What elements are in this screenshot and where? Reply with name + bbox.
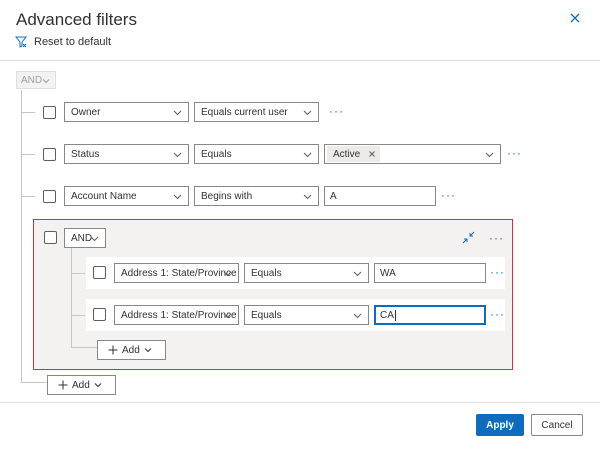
root-add-button[interactable]: Add (47, 375, 116, 395)
more-icon[interactable]: ··· (329, 105, 344, 117)
dialog-title: Advanced filters (16, 10, 137, 29)
plus-icon (58, 380, 68, 390)
tree-branch (21, 154, 35, 155)
collapse-icon[interactable] (462, 231, 475, 244)
tree-branch (71, 315, 85, 316)
header-divider (0, 60, 600, 61)
nested-tree-line (71, 248, 72, 347)
apply-button[interactable]: Apply (476, 414, 524, 436)
chevron-down-icon (173, 152, 182, 158)
row-checkbox[interactable] (43, 190, 56, 203)
operator-select[interactable]: Equals (244, 305, 369, 325)
chevron-down-icon (353, 313, 362, 319)
field-select[interactable]: Address 1: State/Province (114, 263, 239, 283)
operator-select[interactable]: Equals (194, 144, 319, 164)
row-checkbox[interactable] (93, 266, 106, 279)
tree-branch (21, 382, 47, 383)
field-select-value: Address 1: State/Province (121, 309, 237, 321)
value-tag-label: Active (333, 148, 361, 160)
group-checkbox[interactable] (44, 231, 57, 244)
chevron-down-icon (173, 110, 182, 116)
operator-select[interactable]: Begins with (194, 186, 319, 206)
plus-icon (108, 345, 118, 355)
more-icon[interactable]: ··· (441, 189, 456, 201)
chevron-down-icon (223, 271, 232, 277)
chevron-down-icon (42, 79, 50, 84)
more-icon[interactable]: ··· (489, 232, 504, 244)
operator-select[interactable]: Equals current user (194, 102, 319, 122)
chevron-down-icon (353, 271, 362, 277)
row-checkbox[interactable] (43, 106, 56, 119)
chevron-down-icon (144, 348, 152, 353)
value-input[interactable]: A (324, 186, 436, 206)
group-operator-select[interactable]: AND (64, 228, 106, 248)
operator-select-value: Equals (251, 309, 282, 321)
chevron-down-icon (303, 194, 312, 200)
tree-branch (21, 196, 35, 197)
value-input-text: WA (380, 267, 396, 279)
field-select-value: Account Name (71, 190, 137, 202)
operator-select-value: Begins with (201, 190, 253, 202)
value-input-text: A (330, 190, 337, 202)
chevron-down-icon (94, 383, 102, 388)
field-select[interactable]: Status (64, 144, 189, 164)
tree-branch (21, 112, 35, 113)
root-operator-label: AND (21, 74, 43, 86)
more-icon[interactable]: ··· (490, 308, 505, 320)
root-operator-select[interactable]: AND (16, 71, 56, 89)
more-icon[interactable]: ··· (490, 266, 505, 278)
reset-label: Reset to default (34, 36, 112, 48)
row-checkbox[interactable] (43, 148, 56, 161)
text-cursor (394, 309, 396, 321)
group-add-button[interactable]: Add (97, 340, 166, 360)
tree-branch (71, 347, 97, 348)
operator-select[interactable]: Equals (244, 263, 369, 283)
add-label: Add (72, 379, 90, 391)
close-icon[interactable] (568, 11, 582, 25)
tree-branch (71, 273, 85, 274)
cancel-button[interactable]: Cancel (531, 414, 583, 436)
value-input[interactable]: CA (374, 305, 486, 325)
footer-divider (0, 402, 600, 403)
filter-reset-icon (15, 36, 28, 48)
field-select-value: Owner (71, 106, 101, 118)
operator-select-value: Equals current user (201, 106, 288, 118)
chevron-down-icon (90, 236, 99, 242)
chevron-down-icon (303, 110, 312, 116)
chevron-down-icon (223, 313, 232, 319)
field-select[interactable]: Owner (64, 102, 189, 122)
reset-to-default-button[interactable]: Reset to default (15, 36, 111, 48)
add-label: Add (122, 344, 140, 356)
chevron-down-icon (303, 152, 312, 158)
more-icon[interactable]: ··· (507, 147, 522, 159)
value-input[interactable]: WA (374, 263, 486, 283)
chevron-down-icon (173, 194, 182, 200)
value-input-text: CA (380, 309, 394, 321)
row-checkbox[interactable] (93, 308, 106, 321)
field-select[interactable]: Address 1: State/Province (114, 305, 239, 325)
chevron-down-icon (485, 152, 494, 158)
remove-tag-icon[interactable] (368, 150, 376, 158)
operator-select-value: Equals (251, 267, 282, 279)
root-tree-line (21, 90, 22, 382)
value-tag: Active (327, 146, 381, 162)
field-select[interactable]: Account Name (64, 186, 189, 206)
field-select-value: Address 1: State/Province (121, 267, 237, 279)
group-operator-label: AND (71, 232, 93, 244)
operator-select-value: Equals (201, 148, 232, 160)
field-select-value: Status (71, 148, 100, 160)
